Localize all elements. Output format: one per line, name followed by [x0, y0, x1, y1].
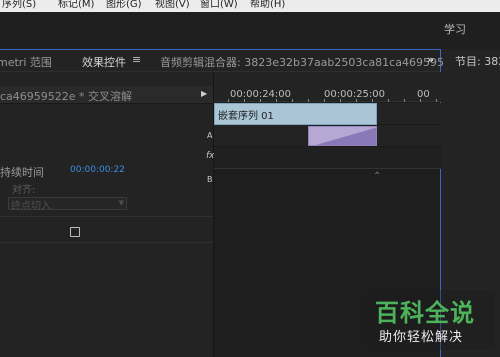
alignment-label: 对齐: — [12, 185, 36, 196]
duration-label: 持续时间 — [0, 166, 44, 179]
chevron-up-icon[interactable]: ⌃ — [373, 171, 381, 182]
time-ruler[interactable]: 00:00:24:00 00:00:25:00 00 — [214, 72, 441, 102]
workspace-bar: 学习 — [0, 12, 500, 49]
menu-help[interactable]: 帮助(H) — [250, 0, 285, 10]
ruler-tick — [340, 99, 341, 102]
ruler-tick — [356, 99, 357, 102]
show-actual-sources-checkbox[interactable] — [70, 227, 80, 237]
menu-graphics[interactable]: 图形(G) — [106, 0, 142, 10]
menu-view[interactable]: 视图(V) — [155, 0, 190, 10]
ruler-tick — [436, 99, 437, 102]
alignment-value: 终点切入 — [11, 201, 51, 212]
menu-sequence[interactable]: 序列(S) — [2, 0, 36, 10]
track-a: 嵌套序列 01 — [214, 103, 441, 125]
watermark: 百科全说 助你轻松解决 — [365, 290, 495, 350]
ruler-tick — [260, 99, 261, 102]
divider — [0, 216, 213, 217]
duration-value[interactable]: 00:00:00:22 — [70, 165, 125, 175]
chevron-down-icon: ▼ — [118, 199, 124, 207]
cross-dissolve-transition[interactable] — [308, 126, 377, 146]
menu-bar: 序列(S) 标记(M) 图形(G) 视图(V) 窗口(W) 帮助(H) — [0, 0, 500, 12]
clip-transition-label: ca46959522e * 交叉溶解 — [0, 90, 133, 103]
divider — [0, 242, 213, 243]
ruler-tick — [292, 99, 293, 102]
ruler-ticks — [214, 99, 441, 102]
workspace-learn-tab[interactable]: 学习 — [444, 21, 466, 37]
menu-markers[interactable]: 标记(M) — [58, 0, 94, 10]
watermark-logo: 百科全说 — [375, 299, 475, 327]
play-icon[interactable]: ▶ — [201, 89, 207, 98]
tab-overflow-icon[interactable]: » — [427, 53, 434, 66]
track-transition — [214, 125, 441, 147]
ruler-tick — [404, 99, 405, 102]
transition-ramp-icon — [315, 127, 376, 145]
nested-sequence-label: 嵌套序列 01 — [218, 111, 274, 122]
alignment-dropdown[interactable]: 终点切入 ▼ — [8, 197, 127, 212]
tab-audio-clip-mixer[interactable]: 音频剪辑混合器: 3823e32b37aab2503ca81ca46959522… — [160, 54, 465, 70]
track-a-label: A — [207, 131, 213, 140]
panel-tab-bar: metri 范围 效果控件 ≡ 音频剪辑混合器: 3823e32b37aab25… — [0, 50, 465, 74]
track-b — [214, 147, 441, 169]
ruler-tick — [308, 99, 309, 102]
nested-sequence-clip[interactable]: 嵌套序列 01 — [214, 103, 377, 125]
tab-lumetri-scopes[interactable]: metri 范围 — [0, 54, 52, 70]
effect-controls-properties: ca46959522e * 交叉溶解 ▶ 持续时间 00:00:00:22 对齐… — [0, 72, 213, 357]
ruler-tick — [228, 99, 229, 102]
ruler-tick — [388, 99, 389, 102]
ruler-tick — [372, 99, 373, 102]
track-b-label: B — [207, 175, 213, 184]
menu-window[interactable]: 窗口(W) — [200, 0, 238, 10]
clip-header-row: ca46959522e * 交叉溶解 ▶ — [0, 86, 213, 104]
watermark-tagline: 助你轻松解决 — [379, 330, 464, 345]
tab-effect-controls[interactable]: 效果控件 — [82, 54, 126, 74]
panel-menu-icon[interactable]: ≡ — [132, 53, 141, 66]
ruler-tick — [276, 99, 277, 102]
ruler-tick — [420, 99, 421, 102]
ruler-tick — [244, 99, 245, 102]
tab-program-monitor[interactable]: 节目: 3823 — [455, 53, 500, 69]
ruler-tick — [324, 99, 325, 102]
